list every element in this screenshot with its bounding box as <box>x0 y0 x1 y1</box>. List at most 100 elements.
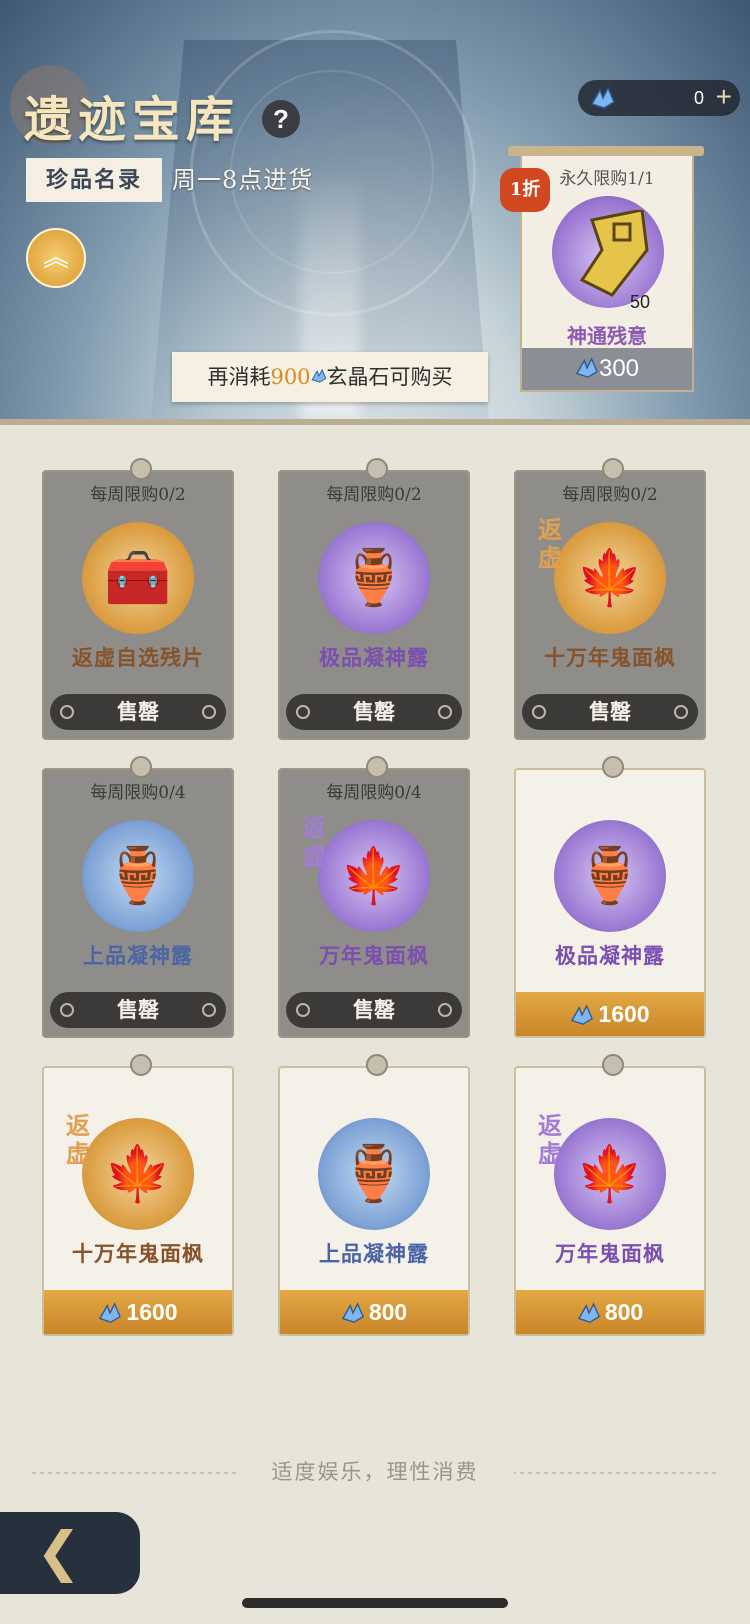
shop-item-card[interactable]: 🍁 返虚 十万年鬼面枫 1600 <box>42 1054 234 1336</box>
item-name: 返虚自选残片 <box>72 645 204 670</box>
footer-notice: 适度娱乐，理性消费 <box>236 1454 514 1490</box>
dot-icon <box>60 1003 74 1017</box>
crystal-icon <box>570 996 594 1040</box>
item-quantity: 50 <box>630 292 651 312</box>
dot-icon <box>438 705 452 719</box>
buy-price-button[interactable]: 800 <box>280 1290 468 1334</box>
page-title: 遗迹宝库 <box>24 92 241 148</box>
dot-icon <box>296 705 310 719</box>
item-name: 极品凝神露 <box>319 645 429 670</box>
maple-crystal-icon: 🍁 <box>576 1142 644 1205</box>
home-indicator[interactable] <box>242 1598 508 1608</box>
item-name: 极品凝神露 <box>555 943 665 968</box>
dot-icon <box>202 1003 216 1017</box>
card-hanger <box>130 458 152 480</box>
condition-prefix: 再消耗 <box>207 365 271 389</box>
scroll-rod <box>508 146 704 156</box>
collection-tab[interactable]: 珍品名录 <box>26 158 162 202</box>
card-hanger <box>366 458 388 480</box>
elixir-bottle-icon: 🏺 <box>576 844 644 907</box>
sold-out-label: 售罄 <box>117 997 159 1022</box>
card-hanger <box>130 1054 152 1076</box>
restock-info: 周一8点进货 <box>172 166 314 194</box>
shop-item-card[interactable]: 每周限购0/4 🏺 上品凝神露 售罄 <box>42 756 234 1038</box>
sold-out-button: 售罄 <box>50 992 226 1028</box>
purchase-limit: 每周限购0/4 <box>326 783 422 803</box>
sold-out-label: 售罄 <box>353 997 395 1022</box>
item-name: 十万年鬼面枫 <box>72 1241 204 1266</box>
condition-suffix: 玄晶石可购买 <box>326 365 453 389</box>
back-button[interactable]: ❮ <box>0 1512 140 1594</box>
purchase-limit: 每周限购0/4 <box>90 783 186 803</box>
maple-crystal-icon: 🍁 <box>576 546 644 609</box>
card-hanger <box>366 756 388 778</box>
condition-amount: 900 <box>270 365 311 389</box>
crystal-icon <box>98 1294 122 1338</box>
card-hanger <box>366 1054 388 1076</box>
crystal-icon <box>311 365 327 389</box>
treasure-chest-icon: 🧰 <box>104 546 172 609</box>
add-currency-button[interactable]: + <box>716 80 732 114</box>
buy-price-button[interactable]: 1600 <box>516 992 704 1036</box>
dot-icon <box>674 705 688 719</box>
item-price: 1600 <box>126 1299 178 1325</box>
sold-out-label: 售罄 <box>117 699 159 724</box>
shop-item-card[interactable]: 每周限购0/2 🏺 极品凝神露 售罄 <box>278 458 470 740</box>
card-hanger <box>602 458 624 480</box>
relic-shard-icon <box>572 208 652 304</box>
elixir-bottle-icon: 🏺 <box>340 546 408 609</box>
sold-out-button: 售罄 <box>522 694 698 730</box>
price-bar[interactable]: 300 <box>522 348 692 390</box>
item-name: 上品凝神露 <box>83 943 193 968</box>
item-name: 上品凝神露 <box>319 1241 429 1266</box>
purchase-limit: 每周限购0/2 <box>90 485 186 505</box>
item-name: 十万年鬼面枫 <box>544 645 676 670</box>
chevron-up-icon: ︽ <box>42 243 69 273</box>
sold-out-label: 售罄 <box>353 699 395 724</box>
shop-item-card[interactable]: 🏺 上品凝神露 800 <box>278 1054 470 1336</box>
purchase-limit: 每周限购0/2 <box>326 485 422 505</box>
card-hanger <box>130 756 152 778</box>
crystal-icon <box>341 1294 365 1338</box>
shop-item-card[interactable]: 每周限购0/2 🍁 返虚 十万年鬼面枫 售罄 <box>514 458 706 740</box>
origin-tag: 返虚 <box>66 1111 90 1168</box>
dot-icon <box>60 705 74 719</box>
item-name: 万年鬼面枫 <box>319 943 429 968</box>
elixir-bottle-icon: 🏺 <box>340 1142 408 1205</box>
maple-crystal-icon: 🍁 <box>340 844 408 907</box>
origin-tag: 返虚 <box>302 813 326 870</box>
item-price: 800 <box>368 1299 408 1325</box>
crystal-icon <box>577 1294 601 1338</box>
header-divider <box>0 419 750 425</box>
card-hanger <box>602 756 624 778</box>
shop-item-card[interactable]: 每周限购0/2 🧰 返虚自选残片 售罄 <box>42 458 234 740</box>
purchase-condition-banner: 再消耗900 玄晶石可购买 <box>172 352 488 402</box>
dot-icon <box>202 705 216 719</box>
elixir-bottle-icon: 🏺 <box>104 844 172 907</box>
help-button[interactable]: ? <box>262 100 300 138</box>
card-hanger <box>602 1054 624 1076</box>
item-price: 1600 <box>598 1001 650 1027</box>
shop-item-card[interactable]: 🍁 返虚 万年鬼面枫 800 <box>514 1054 706 1336</box>
buy-price-button[interactable]: 1600 <box>44 1290 232 1334</box>
item-price: 300 <box>598 355 640 382</box>
origin-tag: 返虚 <box>538 515 562 572</box>
collapse-toggle-button[interactable]: ︽ <box>26 228 86 288</box>
shop-item-card[interactable]: 🏺 极品凝神露 1600 <box>514 756 706 1038</box>
back-arrow-icon: ❮ <box>36 1520 82 1583</box>
shop-item-card[interactable]: 每周限购0/4 🍁 返虚 万年鬼面枫 售罄 <box>278 756 470 1038</box>
dot-icon <box>296 1003 310 1017</box>
crystal-icon <box>575 355 599 382</box>
dot-icon <box>438 1003 452 1017</box>
item-name: 神通残意 <box>567 324 647 348</box>
origin-tag: 返虚 <box>538 1111 562 1168</box>
purchase-limit: 每周限购0/2 <box>562 485 658 505</box>
discount-badge: 1折 <box>500 168 550 212</box>
sold-out-label: 售罄 <box>589 699 631 724</box>
item-name: 万年鬼面枫 <box>555 1241 665 1266</box>
currency-amount: 0 <box>693 88 704 108</box>
sold-out-button: 售罄 <box>50 694 226 730</box>
header-banner: 遗迹宝库 ? 珍品名录 周一8点进货 ︽ 0 + 再消耗900 玄晶石可购买 永久… <box>0 0 750 425</box>
buy-price-button[interactable]: 800 <box>516 1290 704 1334</box>
sold-out-button: 售罄 <box>286 694 462 730</box>
